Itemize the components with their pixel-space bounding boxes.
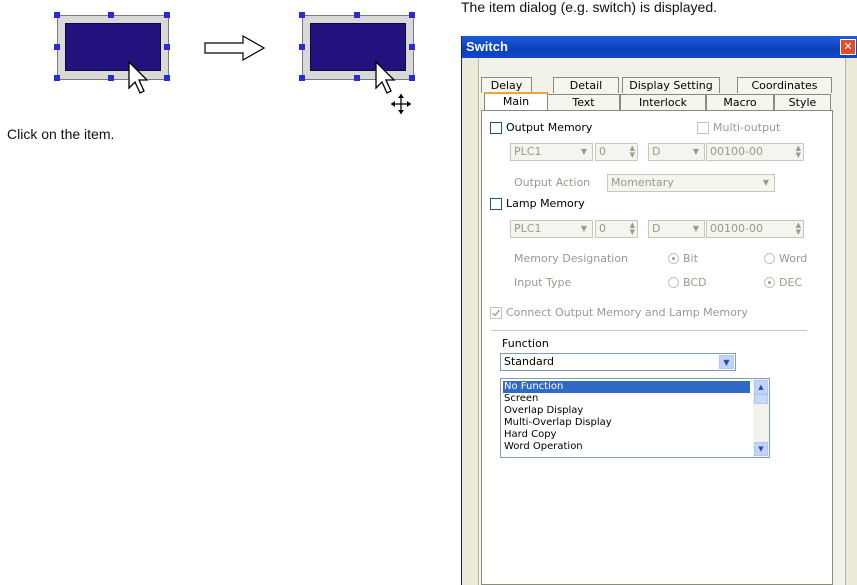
- switch-dialog: Switch ✕ Delay Detail Display Setting Co…: [461, 36, 857, 585]
- bcd-label: BCD: [683, 276, 707, 289]
- selection-handle: [354, 75, 360, 81]
- output-address-value: 00100-00: [710, 145, 763, 158]
- chevron-down-icon: ▼: [719, 355, 734, 369]
- memory-designation-label: Memory Designation: [514, 252, 629, 265]
- pointer-cursor-icon: [128, 60, 149, 94]
- selection-handle: [54, 44, 60, 50]
- list-item[interactable]: Multi-Overlap Display: [504, 417, 612, 429]
- lamp-address-spinner[interactable]: 00100-00 ▲ ▼: [706, 220, 804, 238]
- right-arrow-icon: [204, 34, 266, 62]
- tab-delay[interactable]: Delay: [481, 77, 532, 93]
- selection-handle: [409, 12, 415, 18]
- output-plc-value: PLC1: [514, 145, 542, 158]
- function-label: Function: [502, 337, 549, 350]
- lamp-address-value: 00100-00: [710, 222, 763, 235]
- selection-handle: [108, 12, 114, 18]
- list-item[interactable]: Screen: [504, 393, 538, 405]
- lamp-memory-label: Lamp Memory: [506, 197, 585, 210]
- output-device-value: D: [652, 145, 661, 158]
- function-list[interactable]: No Function Screen Overlap Display Multi…: [500, 378, 770, 458]
- list-item[interactable]: Hard Copy: [504, 429, 556, 441]
- spin-arrows-icon: ▲ ▼: [795, 221, 801, 236]
- spin-arrows-icon: ▲ ▼: [629, 144, 635, 159]
- list-scrollbar[interactable]: ▲ ▼: [753, 379, 769, 457]
- input-type-label: Input Type: [514, 276, 572, 289]
- chevron-down-icon: ▼: [692, 147, 700, 156]
- chevron-down-icon: ▼: [580, 147, 588, 156]
- output-address-spinner[interactable]: 00100-00 ▲ ▼: [706, 143, 804, 161]
- tab-macro[interactable]: Macro: [706, 94, 774, 110]
- lamp-device-value: D: [652, 222, 661, 235]
- right-caption: The item dialog (e.g. switch) is display…: [461, 0, 717, 15]
- output-action-label: Output Action: [514, 176, 591, 189]
- selection-handle: [299, 44, 305, 50]
- close-button[interactable]: ✕: [840, 39, 856, 55]
- lamp-plc-select[interactable]: PLC1 ▼: [510, 220, 593, 238]
- chevron-down-icon: ▼: [692, 224, 700, 233]
- selection-handle: [54, 12, 60, 18]
- left-caption: Click on the item.: [7, 126, 115, 142]
- multi-output-checkbox[interactable]: [697, 122, 709, 134]
- scroll-down-icon[interactable]: ▼: [754, 442, 768, 456]
- selection-handle: [164, 44, 170, 50]
- word-radio[interactable]: [764, 253, 775, 264]
- selection-handle: [54, 75, 60, 81]
- selection-handle: [409, 75, 415, 81]
- lamp-device-select[interactable]: D ▼: [648, 220, 705, 238]
- function-value: Standard: [504, 355, 555, 368]
- tab-interlock[interactable]: Interlock: [620, 94, 706, 110]
- list-item[interactable]: Word Operation: [504, 441, 583, 453]
- connect-memory-label: Connect Output Memory and Lamp Memory: [506, 306, 748, 319]
- output-action-select[interactable]: Momentary ▼: [607, 174, 775, 192]
- tab-main[interactable]: Main: [484, 92, 548, 111]
- lamp-number-spinner[interactable]: 0 ▲ ▼: [595, 220, 638, 238]
- connect-memory-checkbox[interactable]: [490, 307, 502, 319]
- move-cursor-icon: [391, 94, 411, 114]
- pointer-cursor-icon: [375, 60, 396, 94]
- scroll-thumb[interactable]: [754, 394, 768, 404]
- selection-handle: [354, 12, 360, 18]
- multi-output-label: Multi-output: [713, 121, 781, 134]
- dialog-title: Switch: [466, 39, 508, 54]
- tab-style[interactable]: Style: [774, 94, 831, 110]
- tab-detail[interactable]: Detail: [553, 77, 619, 93]
- lamp-memory-checkbox[interactable]: [490, 198, 502, 210]
- tab-display-setting[interactable]: Display Setting: [622, 77, 720, 93]
- lamp-number-value: 0: [599, 222, 606, 235]
- tab-text[interactable]: Text: [547, 94, 620, 110]
- output-memory-label: Output Memory: [506, 121, 593, 134]
- output-number-value: 0: [599, 145, 606, 158]
- divider: [491, 330, 807, 331]
- dec-radio[interactable]: [764, 277, 775, 288]
- bit-radio[interactable]: [668, 253, 679, 264]
- selection-handle: [164, 75, 170, 81]
- scroll-up-icon[interactable]: ▲: [754, 380, 768, 394]
- selection-handle: [299, 12, 305, 18]
- spin-arrows-icon: ▲ ▼: [629, 221, 635, 236]
- tab-coordinates[interactable]: Coordinates: [737, 77, 832, 93]
- spin-arrows-icon: ▲ ▼: [795, 144, 801, 159]
- checkmark-icon: [491, 309, 501, 317]
- selection-handle: [299, 75, 305, 81]
- selection-handle: [164, 12, 170, 18]
- bit-label: Bit: [683, 252, 698, 265]
- dec-label: DEC: [779, 276, 803, 289]
- output-memory-checkbox[interactable]: [490, 122, 502, 134]
- list-item[interactable]: No Function: [503, 381, 750, 393]
- output-action-value: Momentary: [611, 176, 674, 189]
- dialog-titlebar[interactable]: Switch ✕: [462, 36, 857, 58]
- output-number-spinner[interactable]: 0 ▲ ▼: [595, 143, 638, 161]
- function-select[interactable]: Standard ▼: [500, 353, 736, 371]
- chevron-down-icon: ▼: [762, 178, 770, 187]
- selection-handle: [108, 75, 114, 81]
- lamp-plc-value: PLC1: [514, 222, 542, 235]
- bcd-radio[interactable]: [668, 277, 679, 288]
- output-device-select[interactable]: D ▼: [648, 143, 705, 161]
- selection-handle: [409, 44, 415, 50]
- word-label: Word: [779, 252, 808, 265]
- chevron-down-icon: ▼: [580, 224, 588, 233]
- list-item[interactable]: Overlap Display: [504, 405, 583, 417]
- output-plc-select[interactable]: PLC1 ▼: [510, 143, 593, 161]
